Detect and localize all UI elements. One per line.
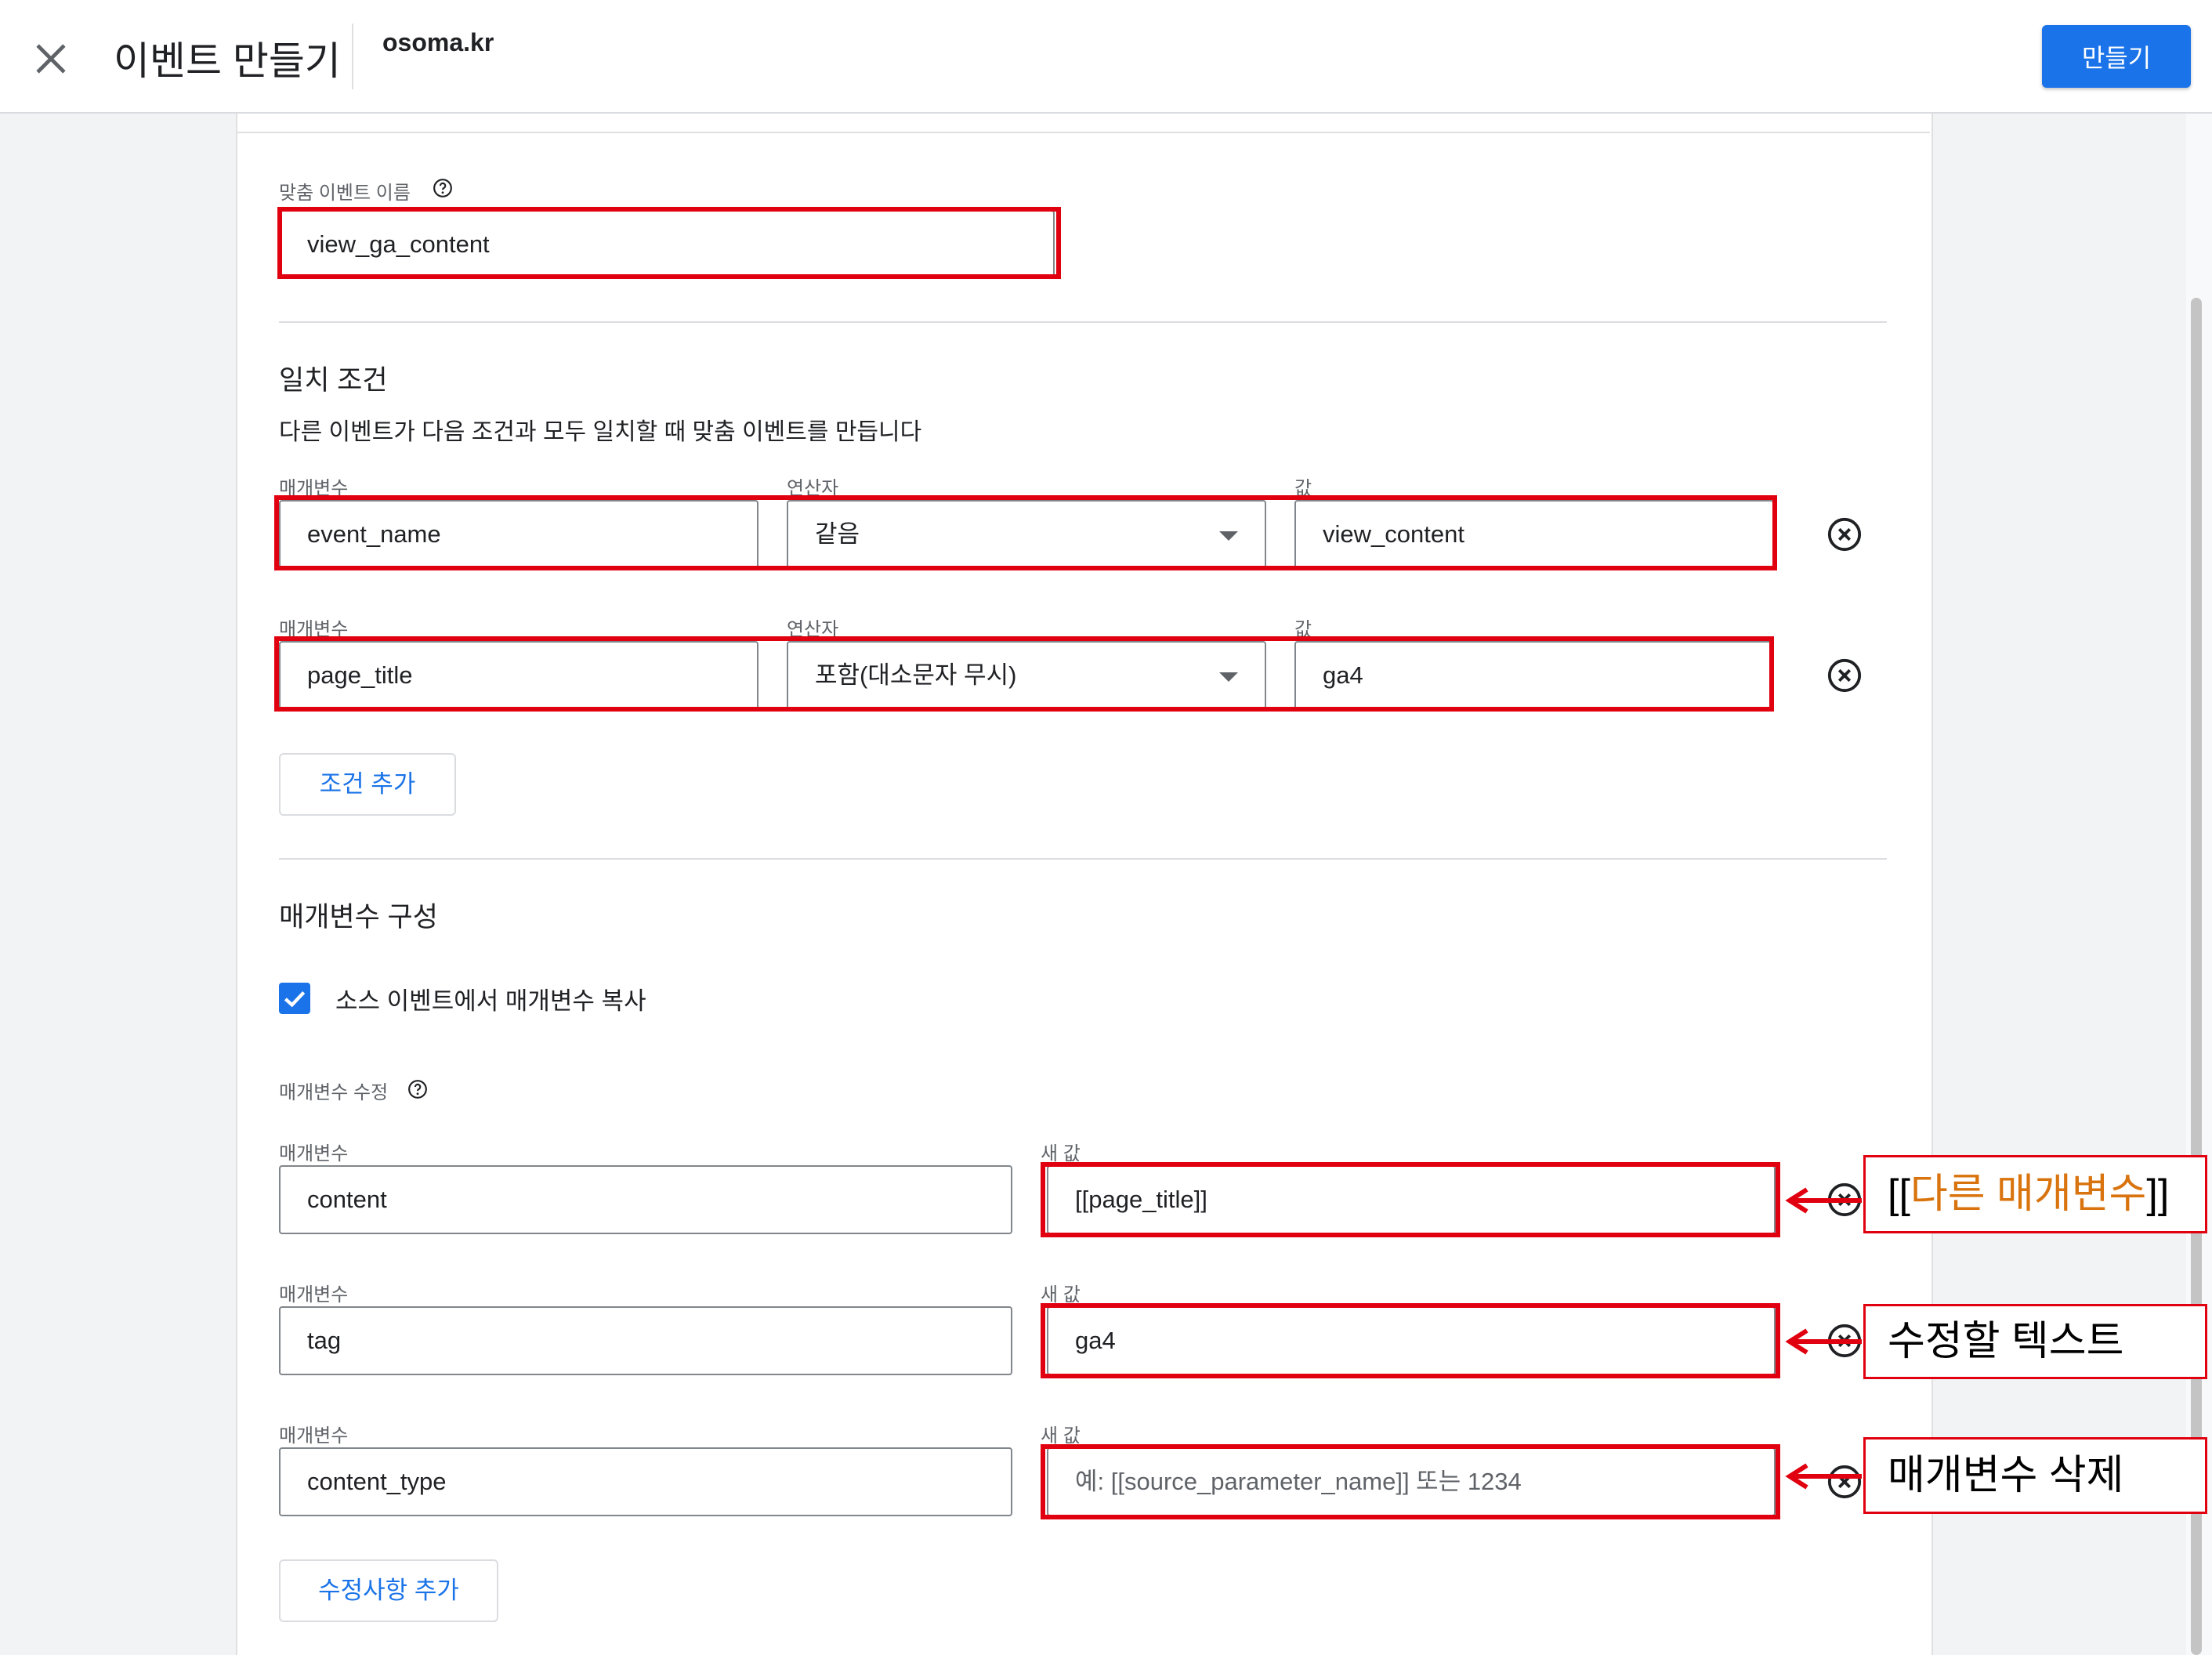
remove-condition-icon[interactable] bbox=[1826, 516, 1863, 552]
parameter-config-title: 매개변수 구성 bbox=[279, 902, 438, 933]
modify-parameter-input[interactable]: content_type bbox=[279, 1447, 1012, 1516]
dropdown-arrow-icon bbox=[1219, 672, 1238, 682]
checkmark-icon bbox=[284, 991, 306, 1008]
parameter-label: 매개변수 bbox=[279, 1425, 349, 1447]
parameter-label: 매개변수 bbox=[279, 1284, 349, 1306]
add-modification-button[interactable]: 수정사항 추가 bbox=[279, 1559, 498, 1622]
condition-operator-select[interactable]: 같음 bbox=[787, 500, 1266, 569]
condition-value-input[interactable]: view_content bbox=[1294, 500, 1774, 569]
copy-parameters-label: 소스 이벤트에서 매개변수 복사 bbox=[335, 987, 646, 1015]
top-app-bar: 이벤트 만들기 osoma.kr 만들기 bbox=[0, 0, 2212, 114]
divider bbox=[352, 24, 353, 89]
new-value-label: 새 값 bbox=[1041, 1284, 1081, 1306]
copy-parameters-checkbox[interactable] bbox=[279, 983, 310, 1014]
annotation-other-parameter: [[다른 매개변수]] bbox=[1863, 1155, 2207, 1233]
close-icon[interactable] bbox=[28, 36, 74, 81]
remove-condition-icon[interactable] bbox=[1826, 657, 1863, 694]
modify-new-value-input[interactable]: 예: [[source_parameter_name]] 또는 1234 bbox=[1047, 1447, 1776, 1516]
custom-event-name-label: 맞춤 이벤트 이름 bbox=[279, 183, 411, 204]
help-icon[interactable] bbox=[407, 1079, 428, 1099]
annotation-edit-text: 수정할 텍스트 bbox=[1863, 1304, 2207, 1379]
modify-parameter-input[interactable]: content bbox=[279, 1165, 1012, 1234]
divider bbox=[279, 858, 1887, 860]
annotation-arrow-icon bbox=[1785, 1187, 1862, 1214]
annotation-highlight-text: 다른 매개변수 bbox=[1910, 1172, 2147, 1217]
operator-label: 연산자 bbox=[787, 478, 839, 499]
new-value-label: 새 값 bbox=[1041, 1425, 1081, 1447]
value-label: 값 bbox=[1294, 478, 1312, 499]
annotation-arrow-icon bbox=[1785, 1463, 1862, 1490]
condition-operator-select[interactable]: 포함(대소문자 무시) bbox=[787, 641, 1266, 710]
annotation-suffix: ]] bbox=[2146, 1172, 2170, 1217]
divider bbox=[279, 321, 1887, 323]
annotation-prefix: [[ bbox=[1888, 1172, 1910, 1217]
help-icon[interactable] bbox=[433, 178, 453, 198]
condition-operator-value: 포함(대소문자 무시) bbox=[815, 661, 1017, 689]
condition-value-input[interactable]: ga4 bbox=[1294, 641, 1774, 710]
modify-parameter-input[interactable]: tag bbox=[279, 1306, 1012, 1375]
account-name: osoma.kr bbox=[382, 28, 494, 56]
condition-parameter-input[interactable]: page_title bbox=[279, 641, 758, 710]
dropdown-arrow-icon bbox=[1219, 531, 1238, 541]
form-card bbox=[236, 114, 1933, 1655]
parameter-label: 매개변수 bbox=[279, 619, 349, 640]
create-button[interactable]: 만들기 bbox=[2042, 25, 2191, 88]
modify-parameters-label: 매개변수 수정 bbox=[279, 1082, 389, 1103]
divider bbox=[236, 132, 1930, 133]
modify-new-value-input[interactable]: ga4 bbox=[1047, 1306, 1776, 1375]
new-value-label: 새 값 bbox=[1041, 1143, 1081, 1164]
modify-new-value-input[interactable]: [[page_title]] bbox=[1047, 1165, 1776, 1234]
page-title: 이벤트 만들기 bbox=[114, 39, 341, 83]
annotation-delete-parameter: 매개변수 삭제 bbox=[1863, 1437, 2207, 1514]
parameter-label: 매개변수 bbox=[279, 478, 349, 499]
condition-operator-value: 같음 bbox=[815, 520, 860, 548]
annotation-arrow-icon bbox=[1785, 1328, 1862, 1355]
operator-label: 연산자 bbox=[787, 619, 839, 640]
matching-conditions-description: 다른 이벤트가 다음 조건과 모두 일치할 때 맞춤 이벤트를 만듭니다 bbox=[279, 419, 922, 445]
value-label: 값 bbox=[1294, 619, 1312, 640]
condition-parameter-input[interactable]: event_name bbox=[279, 500, 758, 569]
parameter-label: 매개변수 bbox=[279, 1143, 349, 1164]
matching-conditions-title: 일치 조건 bbox=[279, 365, 388, 396]
add-condition-button[interactable]: 조건 추가 bbox=[279, 753, 456, 816]
custom-event-name-input[interactable]: view_ga_content bbox=[279, 210, 1055, 279]
